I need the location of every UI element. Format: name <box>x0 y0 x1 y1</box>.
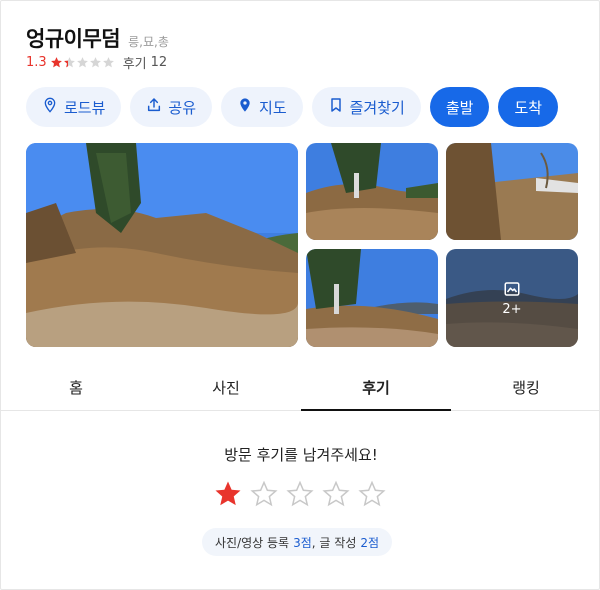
share-icon <box>146 97 162 117</box>
star-icon <box>50 56 63 69</box>
share-label: 공유 <box>168 98 197 117</box>
review-label: 후기 <box>122 57 147 72</box>
tab-bar: 홈 사진 후기 랭킹 <box>1 365 600 411</box>
map-label: 지도 <box>259 98 287 117</box>
location-pin-icon <box>42 97 58 117</box>
review-count: 12 <box>150 55 168 70</box>
title-row: 엉규이무덤 릉,묘,총 <box>26 23 169 53</box>
tab-photos[interactable]: 사진 <box>151 365 301 410</box>
star-outline-icon[interactable] <box>285 479 315 509</box>
tab-ranking[interactable]: 랭킹 <box>451 365 600 410</box>
image-icon <box>503 280 521 298</box>
tab-reviews[interactable]: 후기 <box>301 365 451 411</box>
photo-thumb-more[interactable]: 2+ <box>446 249 578 347</box>
action-bar: 로드뷰 공유 지도 즐겨찾기 출발 도착 <box>26 87 559 127</box>
rating-stars <box>50 56 115 69</box>
roadview-label: 로드뷰 <box>64 98 106 117</box>
points-text-label: , 글 작성 <box>311 535 357 550</box>
map-button[interactable]: 지도 <box>221 87 303 127</box>
depart-button[interactable]: 출발 <box>429 87 490 127</box>
photo-thumb-2[interactable] <box>446 143 578 240</box>
bookmark-label: 즐겨찾기 <box>349 98 405 117</box>
star-empty-icon <box>89 56 102 69</box>
more-photos-count: 2+ <box>502 301 522 317</box>
star-outline-icon[interactable] <box>249 479 279 509</box>
share-button[interactable]: 공유 <box>130 87 213 127</box>
points-text-value: 2점 <box>360 535 380 550</box>
star-empty-icon <box>102 56 115 69</box>
map-pin-icon <box>237 97 253 117</box>
bookmark-icon <box>328 97 344 117</box>
tab-home[interactable]: 홈 <box>1 365 151 410</box>
star-filled-icon[interactable] <box>213 479 243 509</box>
depart-label: 출발 <box>445 98 474 117</box>
roadview-button[interactable]: 로드뷰 <box>26 87 122 127</box>
photo-thumb-1[interactable] <box>306 143 438 240</box>
more-photos-overlay[interactable]: 2+ <box>446 249 578 347</box>
rating-value: 1.3 <box>26 55 47 70</box>
bookmark-button[interactable]: 즐겨찾기 <box>311 87 421 127</box>
star-outline-icon[interactable] <box>321 479 351 509</box>
star-empty-icon <box>76 56 89 69</box>
points-photo-value: 3점 <box>293 535 312 550</box>
review-prompt: 방문 후기를 남겨주세요! <box>224 446 378 464</box>
rating-input <box>213 479 387 509</box>
place-card: 엉규이무덤 릉,묘,총 1.3 후기 12 로드뷰 공유 지도 즐겨찾기 출발 … <box>0 0 600 590</box>
photo-main[interactable] <box>26 143 298 347</box>
rating-row[interactable]: 1.3 후기 12 <box>26 53 167 72</box>
photo-thumb-3[interactable] <box>306 249 438 347</box>
place-name: 엉규이무덤 <box>26 27 121 51</box>
place-category: 릉,묘,총 <box>128 35 169 49</box>
points-badge: 사진/영상 등록 3점 , 글 작성 2점 <box>202 528 393 556</box>
star-partial-icon <box>63 56 76 69</box>
points-photo-label: 사진/영상 등록 <box>215 535 290 550</box>
star-outline-icon[interactable] <box>357 479 387 509</box>
arrive-button[interactable]: 도착 <box>498 87 559 127</box>
arrive-label: 도착 <box>514 98 543 117</box>
